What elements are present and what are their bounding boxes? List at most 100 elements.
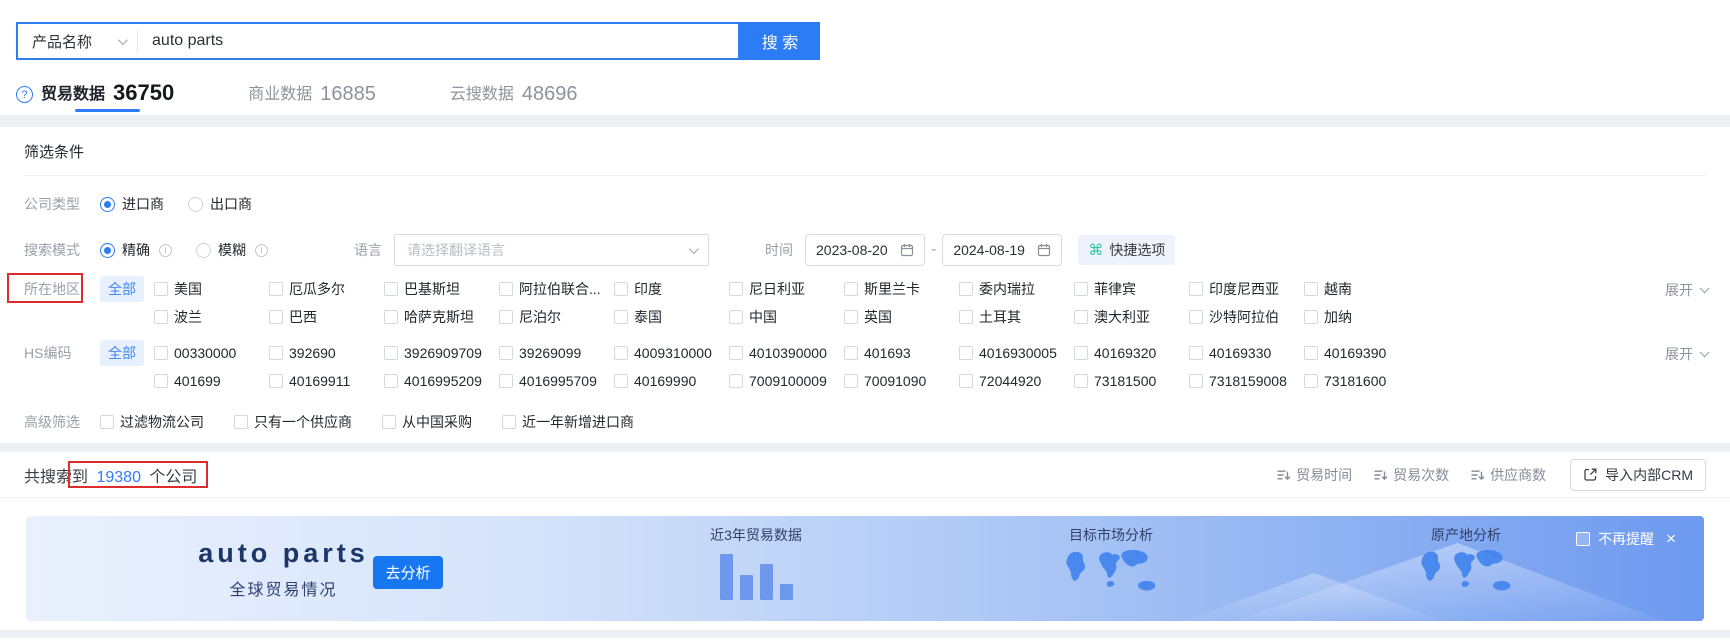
tab-cloud-search-data[interactable]: 云搜数据 48696 bbox=[450, 80, 578, 106]
region-checkbox-item[interactable]: 英国 bbox=[844, 303, 959, 331]
region-name: 沙特阿拉伯 bbox=[1209, 309, 1279, 325]
region-checkbox-item[interactable]: 菲律宾 bbox=[1074, 275, 1189, 303]
import-crm-button[interactable]: 导入内部CRM bbox=[1570, 458, 1706, 491]
region-checkbox-item[interactable]: 巴西 bbox=[269, 303, 384, 331]
region-checkbox-item[interactable]: 泰国 bbox=[614, 303, 729, 331]
radio-importer[interactable]: 进口商 bbox=[100, 194, 164, 214]
advanced-checkbox-item[interactable]: 只有一个供应商 bbox=[234, 408, 352, 436]
hs-checkbox-item[interactable]: 40169990 bbox=[614, 367, 729, 395]
hs-checkbox-item[interactable]: 39269099 bbox=[499, 339, 614, 367]
search-input[interactable] bbox=[138, 32, 738, 50]
radio-selected-icon bbox=[100, 196, 115, 212]
region-checkbox-item[interactable]: 美国 bbox=[154, 275, 269, 303]
dismiss-checkbox[interactable] bbox=[1576, 532, 1591, 546]
hs-checkbox-item[interactable]: 7009100009 bbox=[729, 367, 844, 395]
region-checkbox-item[interactable]: 沙特阿拉伯 bbox=[1189, 303, 1304, 331]
hs-all-tag[interactable]: 全部 bbox=[100, 340, 144, 366]
search-category-select[interactable]: 产品名称 bbox=[18, 31, 137, 52]
region-checkbox-item[interactable]: 巴基斯坦 bbox=[384, 275, 499, 303]
region-name: 加纳 bbox=[1324, 309, 1352, 325]
radio-exporter[interactable]: 出口商 bbox=[188, 194, 252, 214]
region-all-tag[interactable]: 全部 bbox=[100, 276, 144, 302]
checkbox-icon bbox=[1304, 310, 1318, 324]
hs-code-value: 72044920 bbox=[979, 373, 1042, 389]
hs-code-value: 40169330 bbox=[1209, 345, 1272, 361]
banner-origin-block: 原产地分析 bbox=[1396, 525, 1536, 608]
advanced-checkbox-item[interactable]: 过滤物流公司 bbox=[100, 408, 204, 436]
region-name: 巴西 bbox=[289, 309, 317, 325]
sort-option-label: 贸易时间 bbox=[1296, 466, 1353, 483]
sort-option[interactable]: 贸易时间 bbox=[1277, 465, 1352, 485]
sort-option[interactable]: 贸易次数 bbox=[1374, 465, 1449, 485]
tab-trade-data[interactable]: 贸易数据 36750 bbox=[16, 80, 174, 106]
region-checkbox-item[interactable]: 澳大利亚 bbox=[1074, 303, 1189, 331]
hs-checkbox-item[interactable]: 401693 bbox=[844, 339, 959, 367]
analyze-button[interactable]: 去分析 bbox=[373, 556, 443, 589]
region-expand-link[interactable]: 展开 bbox=[1665, 280, 1710, 300]
region-checkbox-item[interactable]: 加纳 bbox=[1304, 303, 1419, 331]
hs-checkbox-item[interactable]: 392690 bbox=[269, 339, 384, 367]
region-checkbox-item[interactable]: 尼泊尔 bbox=[499, 303, 614, 331]
search-mode-row: 搜索模式 精确 模糊 语言 请选择翻译语言 时间 2023-08-20 - bbox=[24, 233, 1706, 267]
hs-checkbox-item[interactable]: 73181600 bbox=[1304, 367, 1419, 395]
region-checkbox-item[interactable]: 尼日利亚 bbox=[729, 275, 844, 303]
hs-checkbox-item[interactable]: 4009310000 bbox=[614, 339, 729, 367]
divider bbox=[24, 175, 1706, 176]
advanced-checkbox-item[interactable]: 从中国采购 bbox=[382, 408, 472, 436]
region-checkbox-item[interactable]: 中国 bbox=[729, 303, 844, 331]
advanced-option-name: 过滤物流公司 bbox=[120, 414, 204, 430]
region-name: 斯里兰卡 bbox=[864, 281, 920, 297]
sort-icon bbox=[1471, 470, 1485, 480]
hs-checkbox-item[interactable]: 7318159008 bbox=[1189, 367, 1304, 395]
hs-checkbox-item[interactable]: 00330000 bbox=[154, 339, 269, 367]
search-button[interactable]: 搜 索 bbox=[740, 22, 820, 60]
hs-checkbox-item[interactable]: 4016930005 bbox=[959, 339, 1074, 367]
info-icon[interactable] bbox=[255, 243, 268, 257]
radio-fuzzy[interactable]: 模糊 bbox=[196, 240, 268, 260]
checkbox-icon bbox=[1189, 310, 1203, 324]
advanced-checkbox-item[interactable]: 近一年新增进口商 bbox=[502, 408, 634, 436]
hs-checkbox-item[interactable]: 70091090 bbox=[844, 367, 959, 395]
region-checkbox-item[interactable]: 印度 bbox=[614, 275, 729, 303]
question-circle-icon[interactable] bbox=[16, 86, 33, 103]
hs-checkbox-item[interactable]: 4010390000 bbox=[729, 339, 844, 367]
date-end-input[interactable]: 2024-08-19 bbox=[942, 234, 1063, 266]
region-name: 印度尼西亚 bbox=[1209, 281, 1279, 297]
region-checkbox-item[interactable]: 越南 bbox=[1304, 275, 1419, 303]
hs-checkbox-item[interactable]: 40169390 bbox=[1304, 339, 1419, 367]
hs-checkbox-item[interactable]: 4016995709 bbox=[499, 367, 614, 395]
region-name: 中国 bbox=[749, 309, 777, 325]
region-name: 越南 bbox=[1324, 281, 1352, 297]
sort-option-label: 供应商数 bbox=[1490, 466, 1547, 483]
hs-code-value: 401699 bbox=[174, 373, 221, 389]
radio-exact[interactable]: 精确 bbox=[100, 240, 172, 260]
checkbox-icon bbox=[1074, 346, 1088, 360]
info-icon[interactable] bbox=[159, 243, 172, 257]
checkbox-icon bbox=[384, 346, 398, 360]
tab-business-data[interactable]: 商业数据 16885 bbox=[248, 80, 376, 106]
sort-list: 贸易时间 贸易次数 供应商数 bbox=[1277, 465, 1546, 485]
language-select[interactable]: 请选择翻译语言 bbox=[394, 234, 709, 266]
region-name: 印度 bbox=[634, 281, 662, 297]
region-checkbox-item[interactable]: 斯里兰卡 bbox=[844, 275, 959, 303]
hs-checkbox-item[interactable]: 73181500 bbox=[1074, 367, 1189, 395]
quick-options-button[interactable]: ⌘ 快捷选项 bbox=[1078, 235, 1176, 265]
region-checkbox-item[interactable]: 哈萨克斯坦 bbox=[384, 303, 499, 331]
region-checkbox-item[interactable]: 厄瓜多尔 bbox=[269, 275, 384, 303]
date-start-input[interactable]: 2023-08-20 bbox=[805, 234, 925, 266]
hs-checkbox-item[interactable]: 72044920 bbox=[959, 367, 1074, 395]
region-checkbox-item[interactable]: 阿拉伯联合... bbox=[499, 275, 614, 303]
close-icon[interactable]: × bbox=[1666, 530, 1676, 547]
hs-checkbox-item[interactable]: 40169320 bbox=[1074, 339, 1189, 367]
hs-checkbox-item[interactable]: 40169330 bbox=[1189, 339, 1304, 367]
region-checkbox-item[interactable]: 印度尼西亚 bbox=[1189, 275, 1304, 303]
region-checkbox-item[interactable]: 波兰 bbox=[154, 303, 269, 331]
hs-checkbox-item[interactable]: 3926909709 bbox=[384, 339, 499, 367]
hs-checkbox-item[interactable]: 401699 bbox=[154, 367, 269, 395]
hs-expand-link[interactable]: 展开 bbox=[1665, 344, 1710, 364]
region-checkbox-item[interactable]: 委内瑞拉 bbox=[959, 275, 1074, 303]
region-checkbox-item[interactable]: 土耳其 bbox=[959, 303, 1074, 331]
hs-checkbox-item[interactable]: 40169911 bbox=[269, 367, 384, 395]
sort-option[interactable]: 供应商数 bbox=[1471, 465, 1546, 485]
hs-checkbox-item[interactable]: 4016995209 bbox=[384, 367, 499, 395]
